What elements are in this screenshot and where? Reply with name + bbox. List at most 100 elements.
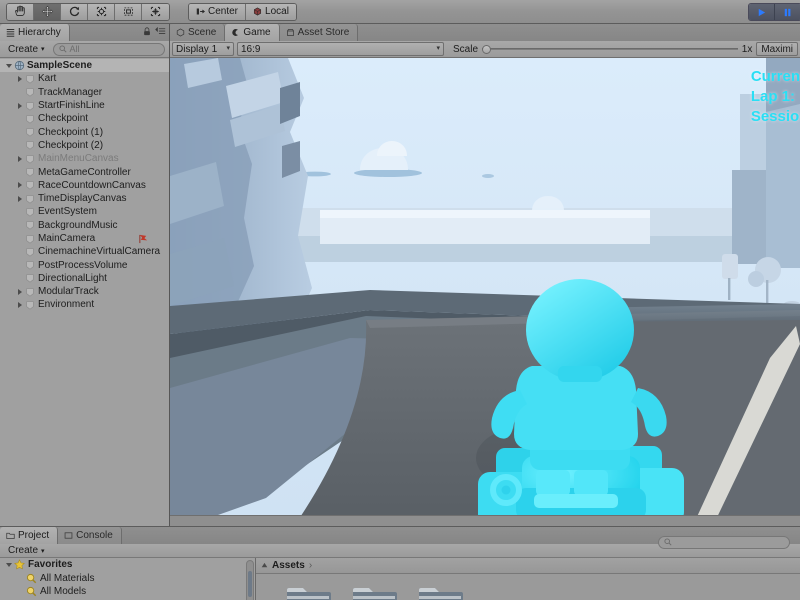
hierarchy-item-modulartrack[interactable]: ModularTrack [0,285,169,298]
game-panel: Scene Game Asset Store Display 1 ▾ 16:9 ▾ … [170,24,800,526]
maximize-on-play-button[interactable]: Maximi [756,42,798,56]
tab-asset-store[interactable]: Asset Store [279,24,359,41]
gameobject-icon [25,180,38,190]
search-icon [58,45,67,53]
handle-rotation-button[interactable]: Local [246,3,296,20]
hierarchy-item-racecountdowncanvas[interactable]: RaceCountdownCanvas [0,179,169,192]
project-search-input[interactable] [658,535,790,549]
gameobject-icon [25,273,38,283]
rotate-tool-button[interactable] [61,3,88,20]
rect-tool-button[interactable] [115,3,142,20]
project-tree-scroll-thumb[interactable] [248,571,252,597]
aspect-dropdown-label: 16:9 [241,43,261,55]
hierarchy-twisty[interactable] [14,155,25,162]
asset-folder-grid[interactable] [256,574,800,600]
project-tree-pane[interactable]: Favorites All Materials All Models [0,558,256,600]
hierarchy-searchrow: Create ▾ All [0,41,169,58]
hierarchy-twisty[interactable] [3,63,14,68]
asset-folder-item[interactable] [284,584,332,600]
scale-slider-knob[interactable] [482,45,492,54]
gameobject-icon [26,75,34,84]
gameobject-icon [26,221,34,230]
hierarchy-item-postprocessvolume[interactable]: PostProcessVolume [0,258,169,271]
hierarchy-item-directionallight[interactable]: DirectionalLight [0,272,169,285]
hierarchy-create-button[interactable]: Create ▾ [4,43,49,56]
hierarchy-item-checkpoint-2[interactable]: Checkpoint (2) [0,139,169,152]
tab-label: Asset Store [297,27,350,38]
hierarchy-item-backgroundmusic[interactable]: BackgroundMusic [0,219,169,232]
hierarchy-item-timedisplaycanvas[interactable]: TimeDisplayCanvas [0,192,169,205]
folder-icon [353,588,397,600]
hierarchy-twisty[interactable] [14,288,25,295]
tab-project[interactable]: Project [0,527,59,544]
tab-game[interactable]: Game [225,24,280,41]
gameobject-icon [25,220,38,230]
project-twisty[interactable] [3,562,14,567]
hierarchy-search-input[interactable]: All [52,42,165,56]
display-dropdown[interactable]: Display 1 ▾ [172,42,234,56]
hierarchy-panel: Hierarchy Create ▾ All SampleScene Kart Tr… [0,24,170,526]
move-tool-button[interactable] [34,3,61,20]
gameobject-icon [25,207,38,217]
project-tree-item-favorites[interactable]: Favorites [0,558,255,572]
tab-label: Scene [188,27,217,38]
project-tree-scrollbar[interactable] [246,560,254,600]
hierarchy-twisty[interactable] [14,75,25,82]
aspect-dropdown[interactable]: 16:9 ▾ [237,42,444,56]
pause-button[interactable] [775,4,800,20]
tab-console[interactable]: Console [58,527,122,544]
game-toolbar: Display 1 ▾ 16:9 ▾ Scale 1x Maximi [170,41,800,58]
transform-tool-button[interactable] [142,3,169,20]
breadcrumb-assets[interactable]: Assets [272,560,305,571]
hierarchy-item-eventsystem[interactable]: EventSystem [0,205,169,218]
pivot-mode-button[interactable]: Center [189,3,247,20]
game-tabrow: Scene Game Asset Store [170,24,800,41]
hierarchy-item-maincamera[interactable]: MainCamera [0,232,169,245]
game-horizontal-scrollbar[interactable] [170,515,800,526]
gameobject-icon [26,234,34,244]
lock-icon[interactable] [143,27,151,36]
collapse-icon[interactable] [261,562,268,569]
play-button[interactable] [749,4,775,20]
hierarchy-item-startfinishline[interactable]: StartFinishLine [0,99,169,112]
scale-slider-group[interactable]: Scale 1x [447,44,756,55]
asset-folder-item[interactable] [350,584,398,600]
hierarchy-twisty[interactable] [14,301,25,308]
hierarchy-tabrow: Hierarchy [0,24,169,41]
hierarchy-tree[interactable]: SampleScene Kart TrackManager StartFinishLi… [0,58,169,526]
project-tree-item-all-materials[interactable]: All Materials [0,572,255,586]
game-view-render[interactable]: Curren Lap 1: Sessio [170,58,800,515]
scale-label: Scale [453,43,479,55]
hierarchy-item-label: MetaGameController [38,166,131,178]
asset-folder-item[interactable] [416,584,464,600]
hierarchy-item-checkpoint-1[interactable]: Checkpoint (1) [0,125,169,138]
scale-slider-track[interactable] [482,45,738,54]
project-content-pane[interactable]: Assets › [256,558,800,600]
console-icon [64,532,73,539]
hierarchy-twisty[interactable] [14,182,25,189]
breadcrumb: Assets › [256,558,800,574]
tab-scene[interactable]: Scene [170,24,226,41]
hierarchy-item-trackmanager[interactable]: TrackManager [0,86,169,99]
panel-menu-icon[interactable] [155,27,166,36]
hierarchy-item-label: DirectionalLight [38,272,107,284]
hierarchy-create-arrow: ▾ [41,46,45,53]
hierarchy-item-environment[interactable]: Environment [0,298,169,311]
hierarchy-item-metagamecontroller[interactable]: MetaGameController [0,165,169,178]
tab-label: Game [243,27,271,38]
tab-hierarchy[interactable]: Hierarchy [0,24,70,41]
scale-tool-button[interactable] [88,3,115,20]
hierarchy-item-checkpoint[interactable]: Checkpoint [0,112,169,125]
hand-tool-button[interactable] [7,3,34,20]
hierarchy-item-samplescene[interactable]: SampleScene [0,59,169,73]
project-create-button[interactable]: Create ▾ [4,544,49,557]
hierarchy-twisty[interactable] [14,195,25,202]
project-tree-item-all-models[interactable]: All Models [0,585,255,599]
hierarchy-item-cinemachinevirtualcamera[interactable]: CinemachineVirtualCamera [0,245,169,258]
hierarchy-item-mainmenucanvas[interactable]: MainMenuCanvas [0,152,169,165]
hierarchy-item-kart[interactable]: Kart [0,72,169,85]
gameobject-icon [25,101,38,111]
hierarchy-twisty[interactable] [14,102,25,109]
scene-asset-icon [14,61,25,71]
project-icon [6,532,15,539]
